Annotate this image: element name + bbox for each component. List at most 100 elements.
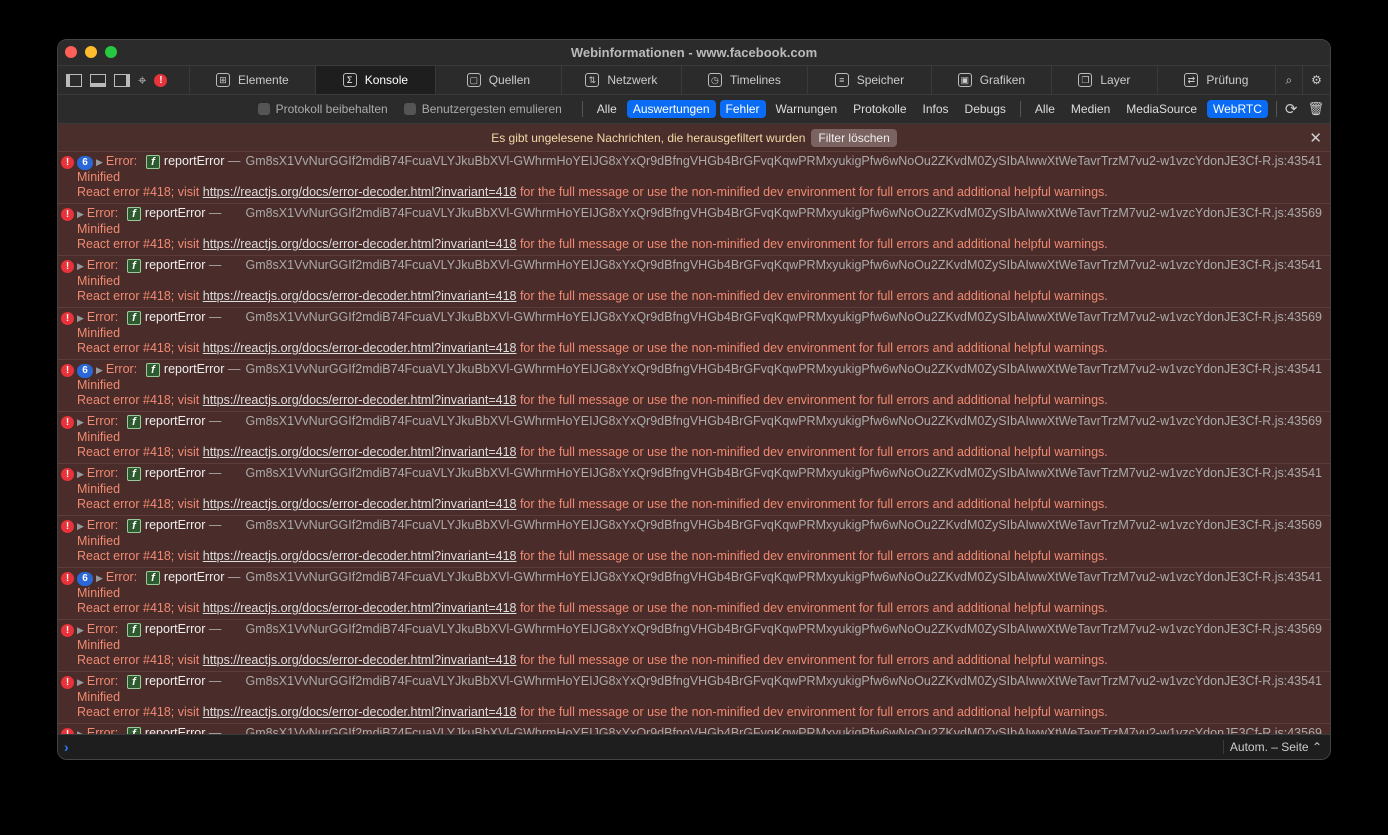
disclosure-triangle-icon[interactable]: ▶ [77, 209, 84, 219]
console-message[interactable]: !▶Error:freportError — Gm8sX1VvNurGGIf2m… [58, 308, 1330, 360]
console-message[interactable]: !▶Error:freportError — Gm8sX1VvNurGGIf2m… [58, 620, 1330, 672]
gear-icon[interactable]: ⚙ [1303, 66, 1330, 94]
emulate-gestures-checkbox[interactable]: Benutzergesten emulieren [403, 102, 562, 116]
source-location[interactable]: Gm8sX1VvNurGGIf2mdiB74FcuaVLYJkuBbXVl-GW… [245, 622, 1330, 637]
source-location[interactable]: Gm8sX1VvNurGGIf2mdiB74FcuaVLYJkuBbXVl-GW… [245, 310, 1330, 325]
disclosure-triangle-icon[interactable]: ▶ [77, 313, 84, 323]
error-label: Error: [105, 570, 138, 584]
console-message[interactable]: !▶Error:freportError — Gm8sX1VvNurGGIf2m… [58, 724, 1330, 734]
console-message[interactable]: ! 6 ▶ Error: f reportError — Gm8sX1VvNurGGIf2… [58, 568, 1330, 620]
error-decoder-link[interactable]: https://reactjs.org/docs/error-decoder.h… [203, 237, 517, 251]
error-decoder-link[interactable]: https://reactjs.org/docs/error-decoder.h… [203, 497, 517, 511]
error-icon: ! [61, 468, 74, 481]
console-prompt[interactable]: › Autom. – Seite ⌃ [58, 734, 1330, 759]
filter-source-medien[interactable]: Medien [1065, 100, 1116, 118]
source-location[interactable]: Gm8sX1VvNurGGIf2mdiB74FcuaVLYJkuBbXVl-GW… [245, 154, 1330, 169]
close-icon[interactable]: ✕ [1309, 129, 1322, 147]
filter-level-warnungen[interactable]: Warnungen [770, 100, 844, 118]
source-location[interactable]: Gm8sX1VvNurGGIf2mdiB74FcuaVLYJkuBbXVl-GW… [245, 362, 1330, 377]
error-decoder-link[interactable]: https://reactjs.org/docs/error-decoder.h… [203, 445, 517, 459]
dash: — [208, 310, 222, 324]
repeat-count-badge: 6 [77, 156, 93, 170]
execution-context-select[interactable]: Autom. – Seite ⌃ [1222, 740, 1322, 754]
reload-icon[interactable]: ⟳ [1285, 100, 1298, 118]
tab-prüfung[interactable]: ⇄ Prüfung [1158, 66, 1276, 94]
disclosure-triangle-icon[interactable]: ▶ [96, 573, 103, 583]
disclosure-triangle-icon[interactable]: ▶ [96, 157, 103, 167]
source-file: Gm8sX1VvNurGGIf2mdiB74FcuaVLYJkuBbXVl-GW… [245, 466, 1284, 480]
message-minified: Minified [77, 222, 121, 236]
dock-bottom-icon[interactable] [90, 73, 106, 87]
clear-filters-button[interactable]: Filter löschen [811, 128, 897, 147]
dock-right-icon[interactable] [114, 73, 130, 87]
error-decoder-link[interactable]: https://reactjs.org/docs/error-decoder.h… [203, 549, 517, 563]
minimize-button[interactable] [85, 46, 97, 58]
tab-quellen[interactable]: ▢ Quellen [436, 66, 562, 94]
disclosure-triangle-icon[interactable]: ▶ [77, 677, 84, 687]
disclosure-triangle-icon[interactable]: ▶ [77, 417, 84, 427]
source-location[interactable]: Gm8sX1VvNurGGIf2mdiB74FcuaVLYJkuBbXVl-GW… [245, 414, 1330, 429]
source-location[interactable]: Gm8sX1VvNurGGIf2mdiB74FcuaVLYJkuBbXVl-GW… [245, 570, 1330, 585]
tab-timelines[interactable]: ◷ Timelines [682, 66, 808, 94]
disclosure-triangle-icon[interactable]: ▶ [96, 365, 103, 375]
source-location[interactable]: Gm8sX1VvNurGGIf2mdiB74FcuaVLYJkuBbXVl-GW… [245, 518, 1330, 533]
console-message[interactable]: !▶Error:freportError — Gm8sX1VvNurGGIf2m… [58, 464, 1330, 516]
console-message[interactable]: !▶Error:freportError — Gm8sX1VvNurGGIf2m… [58, 256, 1330, 308]
filter-source-alle[interactable]: Alle [1029, 100, 1061, 118]
disclosure-triangle-icon[interactable]: ▶ [77, 521, 84, 531]
crosshair-icon[interactable]: ⌖ [138, 72, 146, 89]
message-prefix: React error #418; visit [77, 601, 200, 615]
filter-level-protokolle[interactable]: Protokolle [847, 100, 912, 118]
dock-left-icon[interactable] [66, 73, 82, 87]
source-location[interactable]: Gm8sX1VvNurGGIf2mdiB74FcuaVLYJkuBbXVl-GW… [245, 726, 1330, 734]
dash: — [208, 726, 222, 734]
tab-elemente[interactable]: ⊞ Elemente [190, 66, 316, 94]
source-location[interactable]: Gm8sX1VvNurGGIf2mdiB74FcuaVLYJkuBbXVl-GW… [245, 206, 1330, 221]
filter-level-alle[interactable]: Alle [591, 100, 623, 118]
console-message[interactable]: !▶Error:freportError — Gm8sX1VvNurGGIf2m… [58, 412, 1330, 464]
console-message[interactable]: ! 6 ▶ Error: f reportError — Gm8sX1VvNurGGIf2… [58, 152, 1330, 204]
tab-speicher[interactable]: ≡ Speicher [808, 66, 932, 94]
tab-konsole[interactable]: Σ Konsole [315, 66, 436, 94]
tab-netzwerk[interactable]: ⇅ Netzwerk [562, 66, 682, 94]
dash: — [227, 570, 241, 584]
trash-icon[interactable]: 🗑 [1307, 101, 1324, 117]
console-message[interactable]: !▶Error:freportError — Gm8sX1VvNurGGIf2m… [58, 516, 1330, 568]
filter-source-mediasource[interactable]: MediaSource [1120, 100, 1203, 118]
filter-level-infos[interactable]: Infos [917, 100, 955, 118]
console-message[interactable]: ! 6 ▶ Error: f reportError — Gm8sX1VvNurGGIf2… [58, 360, 1330, 412]
message-suffix: for the full message or use the non-mini… [519, 237, 1108, 251]
disclosure-triangle-icon[interactable]: ▶ [77, 625, 84, 635]
error-decoder-link[interactable]: https://reactjs.org/docs/error-decoder.h… [203, 289, 517, 303]
error-decoder-link[interactable]: https://reactjs.org/docs/error-decoder.h… [203, 601, 517, 615]
close-button[interactable] [65, 46, 77, 58]
filtered-messages-banner: Es gibt ungelesene Nachrichten, die hera… [58, 124, 1330, 152]
tab-layer[interactable]: ❐ Layer [1052, 66, 1158, 94]
message-suffix: for the full message or use the non-mini… [519, 705, 1108, 719]
console-message[interactable]: !▶Error:freportError — Gm8sX1VvNurGGIf2m… [58, 672, 1330, 724]
filter-level-debugs[interactable]: Debugs [959, 100, 1012, 118]
search-icon[interactable]: ⌕ [1276, 66, 1303, 94]
filter-level-fehler[interactable]: Fehler [719, 100, 766, 118]
error-decoder-link[interactable]: https://reactjs.org/docs/error-decoder.h… [203, 705, 517, 719]
source-line: 43541 [1287, 362, 1322, 376]
disclosure-triangle-icon[interactable]: ▶ [77, 261, 84, 271]
filter-level-auswertungen[interactable]: Auswertungen [626, 100, 716, 118]
preserve-log-checkbox[interactable]: Protokoll beibehalten [257, 102, 388, 116]
error-decoder-link[interactable]: https://reactjs.org/docs/error-decoder.h… [203, 341, 517, 355]
error-decoder-link[interactable]: https://reactjs.org/docs/error-decoder.h… [203, 653, 517, 667]
source-location[interactable]: Gm8sX1VvNurGGIf2mdiB74FcuaVLYJkuBbXVl-GW… [245, 674, 1330, 689]
console-message[interactable]: !▶Error:freportError — Gm8sX1VvNurGGIf2m… [58, 204, 1330, 256]
source-location[interactable]: Gm8sX1VvNurGGIf2mdiB74FcuaVLYJkuBbXVl-GW… [245, 258, 1330, 273]
error-decoder-link[interactable]: https://reactjs.org/docs/error-decoder.h… [203, 393, 517, 407]
function-icon: f [126, 519, 141, 533]
source-location[interactable]: Gm8sX1VvNurGGIf2mdiB74FcuaVLYJkuBbXVl-GW… [245, 466, 1330, 481]
tab-grafiken[interactable]: ▣ Grafiken [932, 66, 1052, 94]
tab-label: Layer [1100, 73, 1131, 87]
document-icon: ▢ [466, 73, 481, 87]
filter-source-webrtc[interactable]: WebRTC [1207, 100, 1268, 118]
error-indicator-icon[interactable]: ! [154, 73, 168, 87]
zoom-button[interactable] [105, 46, 117, 58]
error-decoder-link[interactable]: https://reactjs.org/docs/error-decoder.h… [203, 185, 517, 199]
disclosure-triangle-icon[interactable]: ▶ [77, 469, 84, 479]
